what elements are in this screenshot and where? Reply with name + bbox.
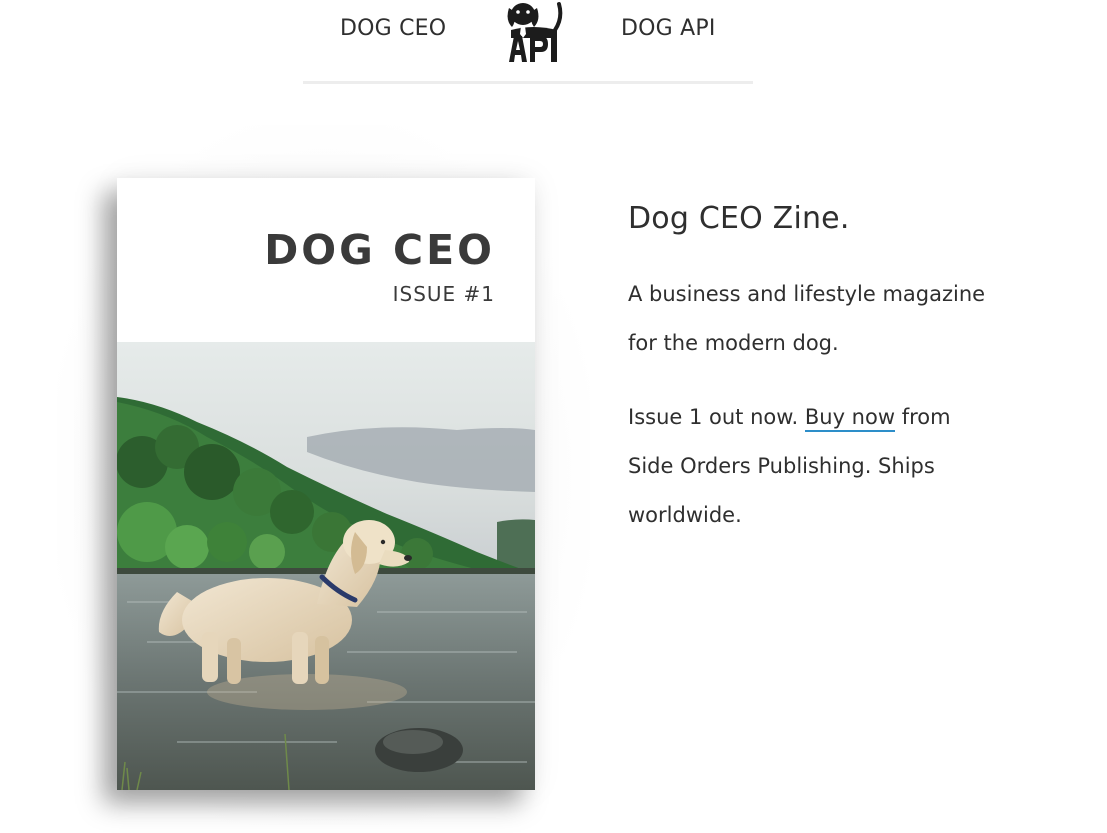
zine-title: Dog CEO Zine. — [628, 201, 850, 236]
magazine-cover: DOG CEO ISSUE #1 — [117, 178, 535, 790]
cover-title: DOG CEO — [264, 226, 495, 274]
cover-issue-number: ISSUE #1 — [392, 282, 495, 306]
zine-availability: Issue 1 out now. Buy now from Side Order… — [628, 393, 1000, 540]
dog-api-logo-graphic — [507, 2, 563, 62]
zine-info: Dog CEO Zine. A business and lifestyle m… — [628, 196, 1028, 540]
issue-prefix-text: Issue 1 out now. — [628, 405, 799, 429]
golden-retriever-in-lake-photo — [117, 342, 535, 790]
cover-photo-graphic — [117, 342, 535, 790]
nav-link-dog-api[interactable]: DOG API — [621, 14, 716, 44]
page: DOG CEO DOG API DOG CEO ISSUE #1 Dog CEO… — [0, 0, 1107, 833]
dog-api-logo-icon[interactable] — [503, 0, 565, 64]
zine-tagline: A business and lifestyle magazine for th… — [628, 282, 986, 355]
buy-now-link[interactable]: Buy now — [804, 405, 896, 432]
nav-link-dog-ceo[interactable]: DOG CEO — [340, 14, 446, 44]
top-nav: DOG CEO DOG API — [303, 0, 753, 84]
